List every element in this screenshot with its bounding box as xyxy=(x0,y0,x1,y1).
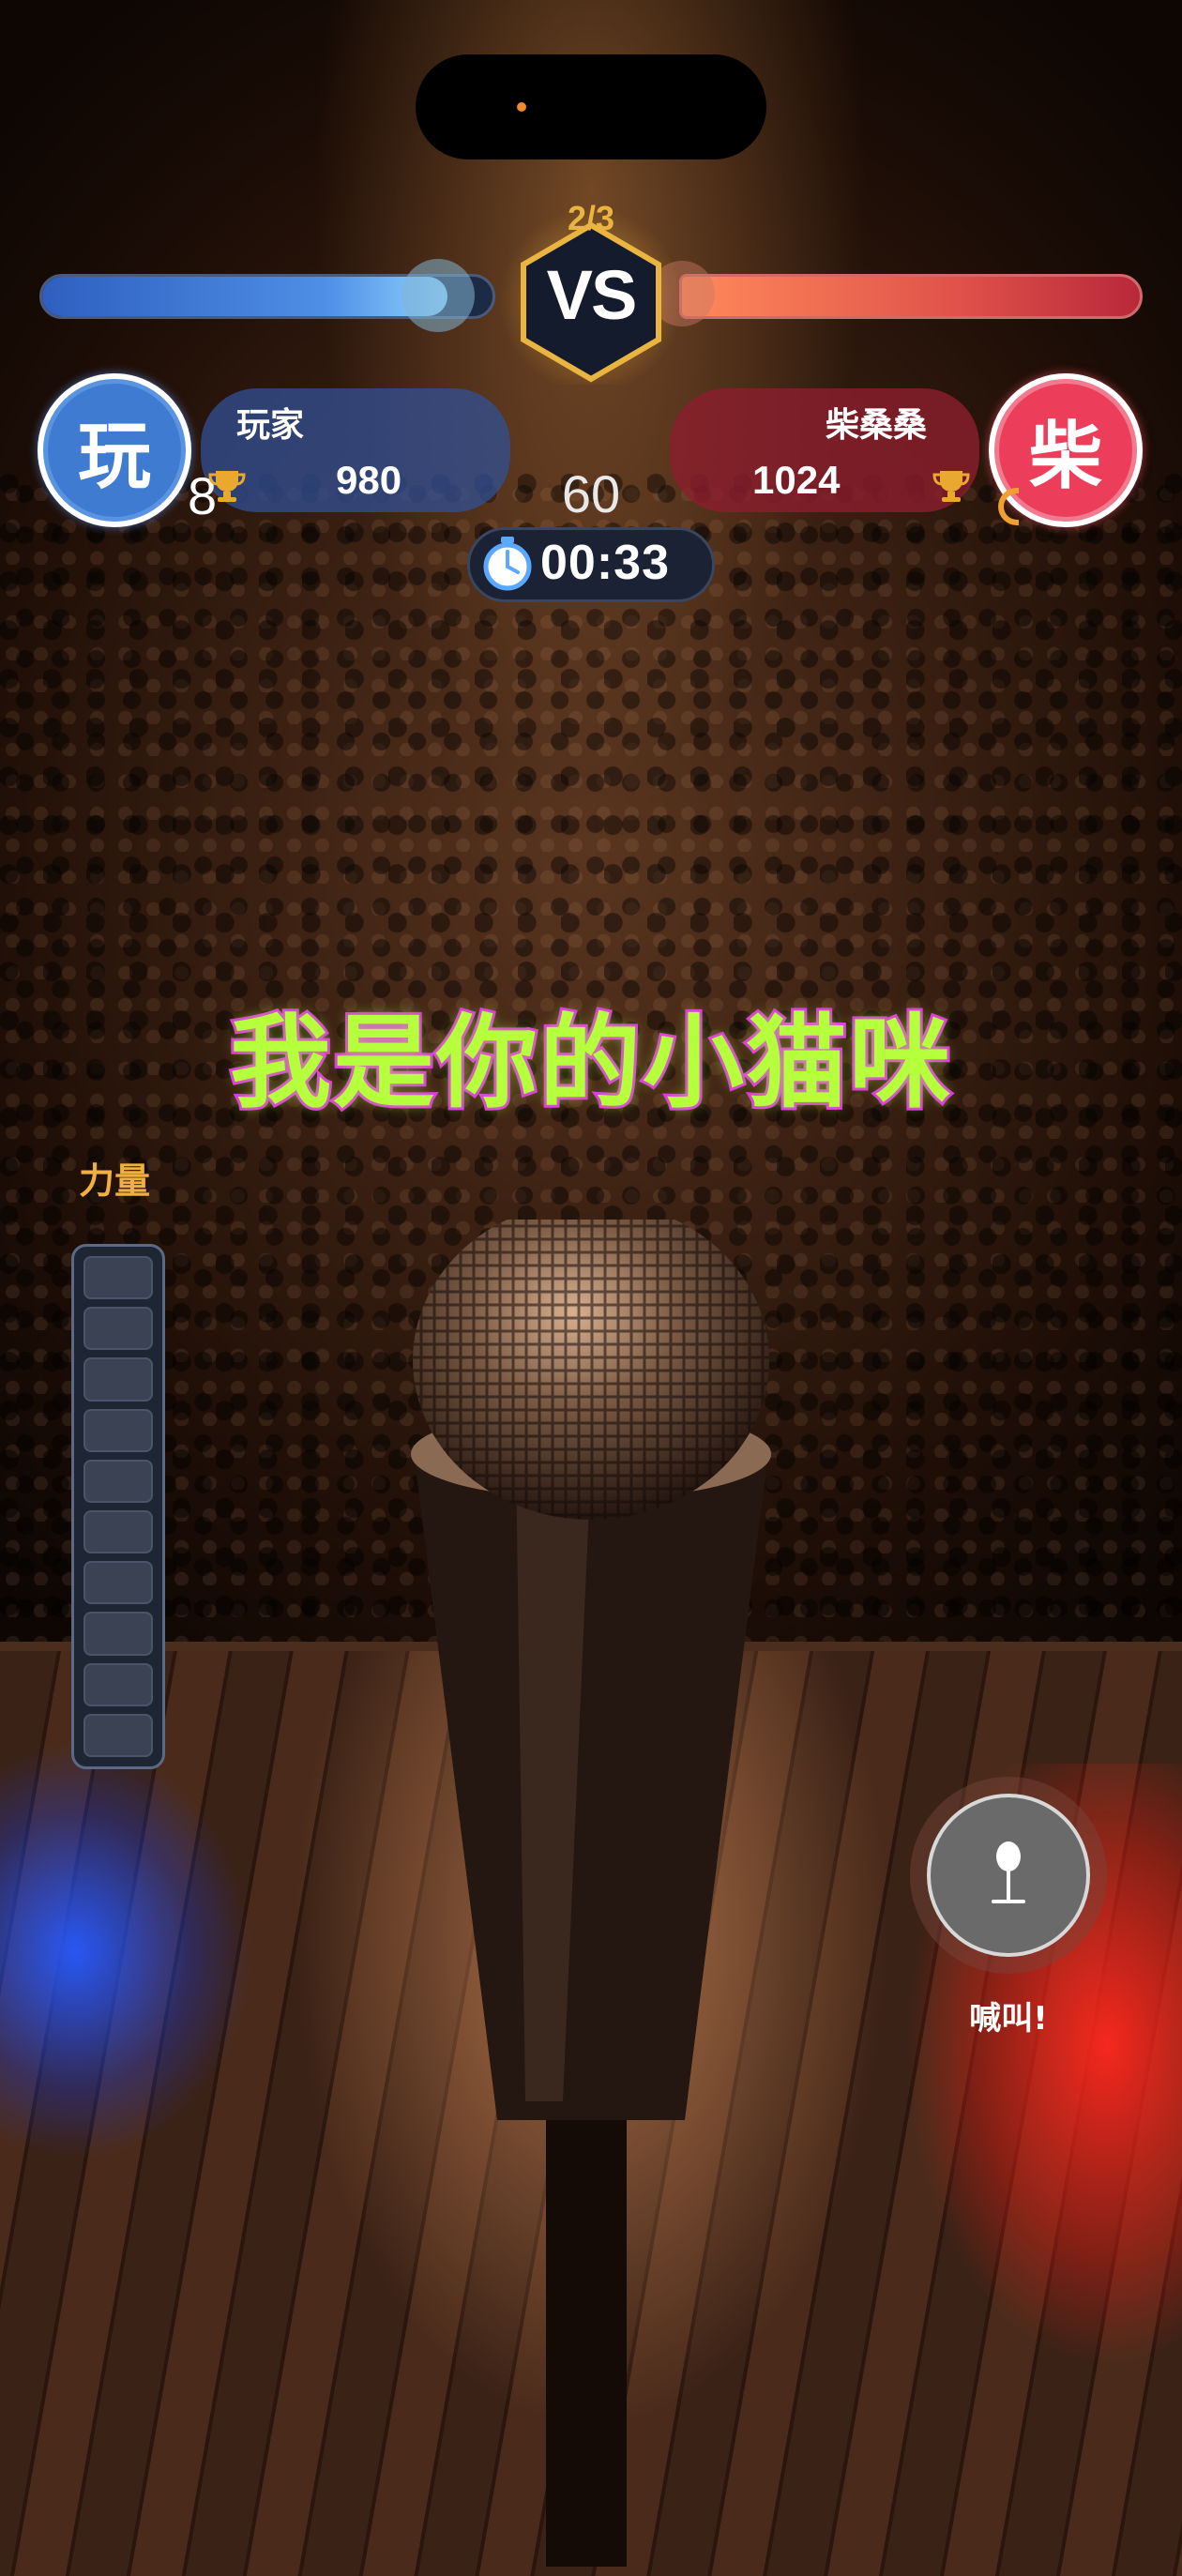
player-name: 玩家 xyxy=(236,406,305,445)
shout-button-label: 喊叫! xyxy=(969,2000,1048,2038)
opponent-progress-bar xyxy=(679,274,1143,319)
trophy-icon xyxy=(932,471,970,502)
lyric-text: 我是你的小猫咪 xyxy=(227,1002,953,1125)
stopwatch-icon xyxy=(483,537,532,591)
player-score: 980 xyxy=(336,458,402,502)
game-scene: 2/3 VS 玩 玩家 8 980 柴 柴桑桑 1024 60 00:33 我是… xyxy=(0,0,1182,2576)
power-label: 力量 xyxy=(79,1160,151,1202)
round-indicator: 2/3 xyxy=(567,199,615,237)
camera-indicator-dot xyxy=(517,102,526,112)
player-progress-fill xyxy=(42,277,447,316)
trophy-icon xyxy=(208,471,246,502)
power-segment xyxy=(83,1612,153,1656)
opponent-name: 柴桑桑 xyxy=(826,406,928,445)
microphone-icon xyxy=(992,1841,1025,1903)
dynamic-island xyxy=(416,54,766,159)
timer-value: 00:33 xyxy=(540,536,670,590)
power-meter xyxy=(71,1244,165,1769)
power-segment xyxy=(83,1408,153,1452)
opponent-score: 1024 xyxy=(752,458,841,502)
stage-microphone xyxy=(411,1220,771,2567)
blue-stage-light xyxy=(0,1745,310,2214)
player-avatar[interactable]: 玩 xyxy=(38,373,191,527)
power-segment xyxy=(83,1256,153,1300)
power-segment xyxy=(83,1713,153,1758)
center-number: 60 xyxy=(561,464,621,523)
vs-label: VS xyxy=(546,256,638,334)
power-segment xyxy=(83,1662,153,1706)
power-segment xyxy=(83,1510,153,1554)
power-segment xyxy=(83,1561,153,1605)
power-segment xyxy=(83,1357,153,1402)
player-progress-knob xyxy=(402,259,475,332)
shout-button[interactable] xyxy=(927,1794,1090,1957)
power-segment xyxy=(83,1307,153,1351)
power-segment xyxy=(83,1459,153,1504)
